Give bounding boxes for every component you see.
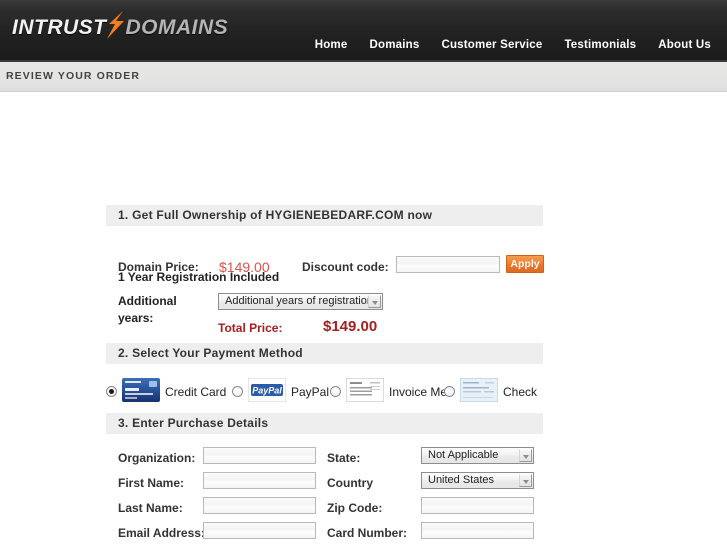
zip-code-label: Zip Code: [327,501,383,515]
form-row: Organization: State: Not Applicable [106,447,543,472]
additional-years-value: Additional years of registration [225,295,373,307]
section-payment-method: 2. Select Your Payment Method Credit Car… [106,343,543,410]
paypal-icon: PayPal [247,377,287,405]
zip-code-input[interactable] [421,497,534,514]
last-name-input[interactable] [203,497,316,514]
registration-note: 1 Year Registration Included [118,270,280,284]
discount-code-label: Discount code: [302,260,389,274]
radio-paypal[interactable] [232,386,243,397]
section-ownership: 1. Get Full Ownership of HYGIENEBEDARF.C… [106,205,544,335]
payment-option-invoice[interactable]: Invoice Me [330,377,448,405]
card-number-input[interactable] [421,522,534,539]
logo-bolt-icon [106,11,125,41]
invoice-icon [345,377,385,405]
nav-item-testimonials[interactable]: Testimonials [564,39,636,51]
organization-input[interactable] [203,447,316,464]
last-name-label: Last Name: [118,501,183,515]
organization-label: Organization: [118,451,196,465]
payment-options: Credit Card PayPal PayPal Invoice Me Che… [106,364,543,410]
radio-check[interactable] [444,386,455,397]
email-address-input[interactable] [203,522,316,539]
form-row: Last Name: Zip Code: [106,497,543,522]
section-purchase-details: 3. Enter Purchase Details Organization: … [106,413,543,545]
check-icon [459,377,499,405]
credit-card-icon [122,378,160,405]
email-address-label: Email Address: [118,526,205,540]
site-header: INTRUST DOMAINS Home Domains Customer Se… [0,0,727,62]
form-row: First Name: Country United States [106,472,543,497]
payment-label-credit-card: Credit Card [165,384,227,399]
site-logo[interactable]: INTRUST DOMAINS [12,11,229,42]
payment-option-credit-card[interactable]: Credit Card [106,378,226,405]
first-name-input[interactable] [203,472,316,489]
page-title: REVIEW YOUR ORDER [6,70,141,82]
section2-heading: 2. Select Your Payment Method [106,343,543,364]
page-title-bar: REVIEW YOUR ORDER [0,62,727,92]
main-navigation: Home Domains Customer Service Testimonia… [315,39,711,51]
payment-option-check[interactable]: Check [444,377,538,405]
nav-item-home[interactable]: Home [315,39,348,51]
payment-label-paypal: PayPal [291,384,330,399]
nav-item-domains[interactable]: Domains [369,39,419,51]
chevron-down-icon [368,295,381,308]
country-value: United States [428,474,495,486]
additional-years-label: Additional years: [118,294,177,325]
form-row: Email Address: Card Number: [106,522,543,545]
payment-label-invoice: Invoice Me [389,384,448,399]
purchase-details-form: Organization: State: Not Applicable Firs… [106,434,543,545]
section1-heading: 1. Get Full Ownership of HYGIENEBEDARF.C… [106,205,543,226]
radio-invoice[interactable] [330,386,341,397]
total-price-value: $149.00 [323,318,378,335]
nav-item-customer-service[interactable]: Customer Service [441,39,542,51]
state-label: State: [327,451,361,465]
card-number-label: Card Number: [327,526,408,540]
country-label: Country [327,476,373,490]
logo-text-secondary: DOMAINS [125,16,229,39]
payment-label-check: Check [503,384,538,399]
svg-text:PayPal: PayPal [252,386,282,396]
nav-item-about-us[interactable]: About Us [658,39,711,51]
first-name-label: First Name: [118,476,185,490]
section3-heading: 3. Enter Purchase Details [106,413,543,434]
apply-discount-button[interactable]: Apply [506,255,544,273]
state-value: Not Applicable [428,449,499,461]
chevron-down-icon [519,474,532,487]
chevron-down-icon [519,449,532,462]
total-price-label: Total Price: [218,321,283,335]
additional-years-select[interactable]: Additional years of registration [218,293,383,310]
state-select[interactable]: Not Applicable [421,447,534,464]
radio-credit-card[interactable] [106,386,117,397]
discount-code-input[interactable] [396,256,500,273]
logo-text-primary: INTRUST [12,16,107,39]
payment-option-paypal[interactable]: PayPal PayPal [232,377,330,405]
country-select[interactable]: United States [421,472,534,489]
